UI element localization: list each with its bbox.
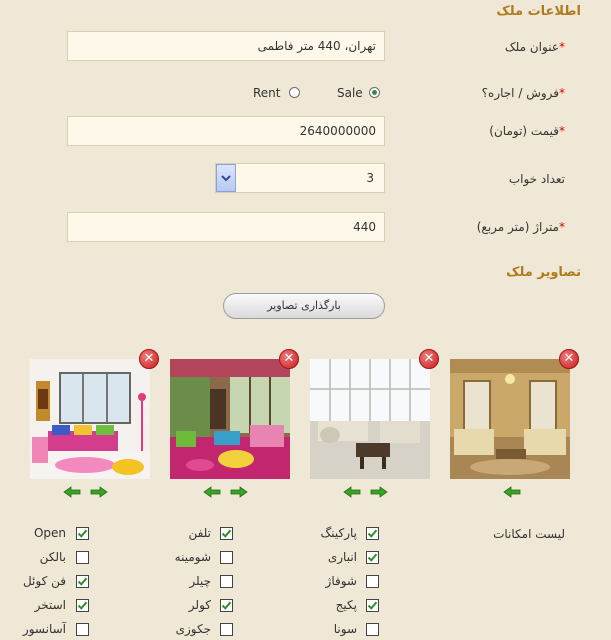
amenity-checkbox[interactable] xyxy=(220,551,233,564)
checkmark-icon xyxy=(77,529,88,538)
amenities-label: لیست امکانات xyxy=(493,527,565,541)
area-input[interactable]: 440 xyxy=(67,212,385,242)
checkmark-icon xyxy=(221,601,232,610)
price-label-text: قیمت (تومان) xyxy=(489,124,559,138)
checkmark-icon xyxy=(367,529,378,538)
arrow-left-icon xyxy=(343,486,361,498)
amenity-checkbox[interactable] xyxy=(76,551,89,564)
amenity-label: پکیج xyxy=(335,598,357,612)
amenity-checkbox[interactable] xyxy=(366,599,379,612)
price-input[interactable]: 2640000000 xyxy=(67,116,385,146)
area-label: متراژ (متر مربع)* xyxy=(477,220,565,234)
amenity-checkbox[interactable] xyxy=(76,599,89,612)
checkmark-icon xyxy=(77,577,88,586)
amenity-label: فن کوئل xyxy=(22,574,66,588)
bedrooms-value: 3 xyxy=(366,171,374,185)
arrow-left-icon xyxy=(203,486,221,498)
checkmark-icon xyxy=(367,553,378,562)
bedrooms-select[interactable]: 3 xyxy=(215,163,385,193)
move-photo-2-left-button[interactable] xyxy=(203,486,221,498)
property-photo-1 xyxy=(30,359,150,479)
arrow-left-icon xyxy=(503,486,521,498)
arrow-right-icon xyxy=(230,486,248,498)
sale-radio-label: Sale xyxy=(337,86,363,100)
required-mark: * xyxy=(559,220,565,234)
amenity-label: شوفاژ xyxy=(325,574,357,588)
bedrooms-dropdown-button[interactable] xyxy=(216,164,236,192)
checkmark-icon xyxy=(367,601,378,610)
title-label: عنوان ملک* xyxy=(505,40,565,54)
move-photo-2-right-button[interactable] xyxy=(230,486,248,498)
amenity-checkbox[interactable] xyxy=(220,623,233,636)
sale-radio[interactable] xyxy=(369,87,380,98)
amenity-label: آسانسور xyxy=(22,622,66,636)
area-label-text: متراژ (متر مربع) xyxy=(476,220,559,234)
amenity-label: شومینه xyxy=(174,550,211,564)
remove-photo-2-button[interactable]: ✕ xyxy=(279,349,299,369)
move-photo-1-left-button[interactable] xyxy=(63,486,81,498)
property-photo-4 xyxy=(450,359,570,479)
remove-photo-4-button[interactable]: ✕ xyxy=(559,349,579,369)
amenity-checkbox[interactable] xyxy=(76,623,89,636)
sale-type-label-text: فروش / اجاره؟ xyxy=(481,86,559,100)
amenity-label: جکوزی xyxy=(175,622,211,636)
sale-type-label: فروش / اجاره؟* xyxy=(482,86,565,100)
arrow-right-icon xyxy=(370,486,388,498)
amenity-label: سونا xyxy=(333,622,357,636)
section-title-property-images: تصاویر ملک xyxy=(506,265,581,280)
amenity-checkbox[interactable] xyxy=(366,551,379,564)
arrow-right-icon xyxy=(90,486,108,498)
required-mark: * xyxy=(559,40,565,54)
required-mark: * xyxy=(559,86,565,100)
required-mark: * xyxy=(559,124,565,138)
property-photo-3 xyxy=(310,359,430,479)
rent-radio-label: Rent xyxy=(253,86,281,100)
amenity-checkbox[interactable] xyxy=(220,527,233,540)
property-photo-2 xyxy=(170,359,290,479)
amenity-label: تلفن xyxy=(188,526,211,540)
move-photo-4-left-button[interactable] xyxy=(503,486,521,498)
remove-photo-3-button[interactable]: ✕ xyxy=(419,349,439,369)
rent-radio[interactable] xyxy=(289,87,300,98)
move-photo-1-right-button[interactable] xyxy=(90,486,108,498)
checkmark-icon xyxy=(221,529,232,538)
upload-images-button[interactable]: بارگذاری تصاویر xyxy=(223,293,385,319)
amenity-checkbox[interactable] xyxy=(220,575,233,588)
amenity-label: پارکینگ xyxy=(320,526,358,540)
amenity-checkbox[interactable] xyxy=(76,527,89,540)
amenity-checkbox[interactable] xyxy=(366,575,379,588)
checkmark-icon xyxy=(77,601,88,610)
move-photo-3-right-button[interactable] xyxy=(370,486,388,498)
amenity-label: چیلر xyxy=(189,574,211,588)
amenity-label: بالکن xyxy=(39,550,66,564)
price-label: قیمت (تومان)* xyxy=(489,124,565,138)
amenity-label: انباری xyxy=(327,550,357,564)
move-photo-3-left-button[interactable] xyxy=(343,486,361,498)
title-input[interactable]: تهران، 440 متر فاطمی xyxy=(67,31,385,61)
section-title-property-info: اطلاعات ملک xyxy=(496,4,581,19)
arrow-left-icon xyxy=(63,486,81,498)
amenity-label: Open xyxy=(33,526,66,540)
amenity-checkbox[interactable] xyxy=(76,575,89,588)
chevron-down-icon xyxy=(221,175,231,182)
amenity-label: کولر xyxy=(188,598,211,612)
bedrooms-label: تعداد خواب xyxy=(508,172,565,186)
remove-photo-1-button[interactable]: ✕ xyxy=(139,349,159,369)
title-label-text: عنوان ملک xyxy=(504,40,559,54)
amenity-checkbox[interactable] xyxy=(366,527,379,540)
amenity-checkbox[interactable] xyxy=(366,623,379,636)
amenity-checkbox[interactable] xyxy=(220,599,233,612)
amenity-label: استخر xyxy=(34,598,66,612)
